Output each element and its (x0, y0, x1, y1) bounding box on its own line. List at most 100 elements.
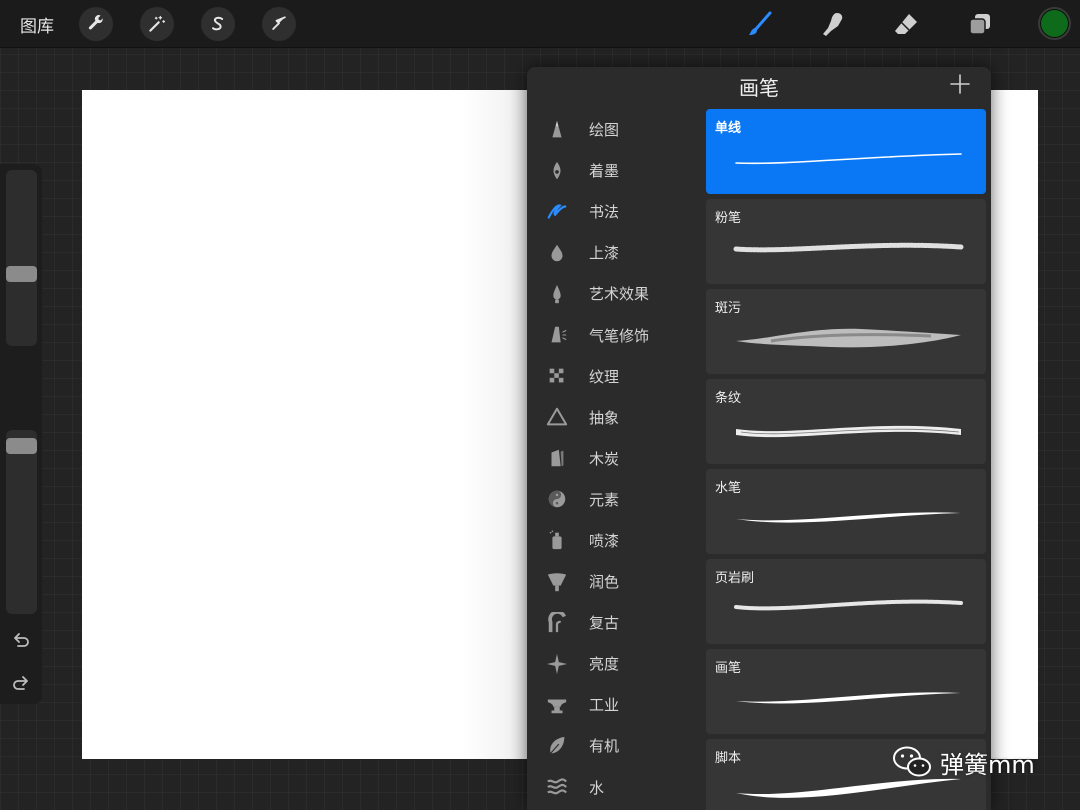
brush-icon (749, 11, 772, 35)
category-label: 上漆 (589, 244, 620, 263)
brush-name: 脚本 (715, 751, 742, 766)
brush-stroke-preview (736, 425, 961, 438)
selection-s-icon (212, 16, 224, 31)
category-label: 气笔修饰 (589, 326, 650, 345)
eraser-tool-button[interactable] (888, 6, 924, 42)
smudge-finger-icon (823, 13, 843, 36)
panel-header: 画笔 (527, 67, 991, 107)
category-label: 抽象 (589, 408, 620, 427)
brush-size-thumb[interactable] (6, 266, 37, 282)
brush-item[interactable]: 单线 (706, 109, 986, 194)
category-luminance[interactable]: 亮度 (527, 643, 703, 684)
triangle-icon (545, 405, 569, 429)
color-picker-button[interactable] (1038, 7, 1071, 40)
paint-tool-button[interactable] (742, 6, 778, 42)
category-label: 复古 (589, 614, 620, 633)
brush-name: 粉笔 (715, 211, 742, 226)
eraser-icon (895, 14, 917, 34)
brush-stroke-preview (736, 512, 961, 523)
brush-library-panel: 画笔 绘图 着墨 书法 上漆 艺术效果 气笔修饰 纹理 抽象 木炭 元素 喷漆 … (527, 67, 991, 810)
checker-texture-icon (545, 364, 569, 388)
category-label: 元素 (589, 490, 620, 509)
charcoal-icon (545, 446, 569, 470)
gallery-button[interactable]: 图库 (20, 12, 54, 37)
category-spraypaints[interactable]: 喷漆 (527, 520, 703, 561)
brush-stroke-preview (736, 328, 961, 348)
category-industrial[interactable]: 工业 (527, 684, 703, 725)
category-label: 木炭 (589, 449, 620, 468)
category-elements[interactable]: 元素 (527, 479, 703, 520)
category-label: 喷漆 (589, 531, 620, 550)
category-organic[interactable]: 有机 (527, 725, 703, 766)
category-label: 着墨 (589, 162, 620, 181)
category-inking[interactable]: 着墨 (527, 150, 703, 191)
category-drawing[interactable]: 绘图 (527, 109, 703, 150)
actions-button[interactable] (79, 7, 113, 41)
watermark: 弹簧mm (892, 742, 1035, 782)
category-label: 绘图 (589, 121, 620, 140)
category-label: 亮度 (589, 655, 620, 674)
category-artistic[interactable]: 艺术效果 (527, 273, 703, 314)
category-water[interactable]: 水 (527, 767, 703, 808)
panel-title: 画笔 (739, 76, 779, 100)
top-toolbar: 图库 (0, 0, 1080, 48)
brush-stroke-preview (733, 242, 964, 253)
category-painting[interactable]: 上漆 (527, 232, 703, 273)
redo-icon[interactable] (10, 673, 32, 695)
category-label: 艺术效果 (589, 285, 650, 304)
category-label: 水 (589, 778, 605, 797)
brush-name: 斑污 (715, 301, 742, 316)
wrench-icon (88, 15, 103, 30)
leaf-icon (545, 734, 569, 758)
category-airbrushing[interactable]: 气笔修饰 (527, 314, 703, 355)
opacity-slider[interactable] (6, 430, 37, 614)
brush-item[interactable]: 页岩刷 (706, 559, 986, 644)
brush-stroke-preview (735, 153, 962, 165)
brush-category-list: 绘图 着墨 书法 上漆 艺术效果 气笔修饰 纹理 抽象 木炭 元素 喷漆 润色 … (527, 109, 703, 808)
category-abstract[interactable]: 抽象 (527, 397, 703, 438)
transform-button[interactable] (262, 7, 296, 41)
brush-name: 水笔 (715, 481, 742, 496)
undo-icon[interactable] (10, 630, 32, 652)
category-label: 有机 (589, 737, 620, 756)
adjustments-button[interactable] (140, 7, 174, 41)
spray-can-icon (545, 528, 569, 552)
brush-item[interactable]: 画笔 (706, 649, 986, 734)
ink-nib-icon (545, 159, 569, 183)
brush-stroke-preview (736, 692, 961, 704)
layers-button[interactable] (962, 6, 998, 42)
brush-name: 单线 (715, 121, 742, 136)
category-charcoals[interactable]: 木炭 (527, 438, 703, 479)
yin-yang-icon (545, 487, 569, 511)
brush-item[interactable]: 条纹 (706, 379, 986, 464)
brush-name: 条纹 (715, 391, 742, 406)
airbrush-icon (545, 323, 569, 347)
brush-name: 画笔 (715, 661, 742, 676)
art-drop-icon (545, 282, 569, 306)
category-calligraphy[interactable]: 书法 (527, 191, 703, 232)
wechat-icon (893, 746, 931, 777)
category-touchups[interactable]: 润色 (527, 561, 703, 602)
category-label: 工业 (589, 696, 620, 715)
anvil-icon (545, 693, 569, 717)
brush-size-slider[interactable] (6, 170, 37, 346)
plus-icon[interactable] (949, 73, 971, 95)
brush-item[interactable]: 粉笔 (706, 199, 986, 284)
brush-item[interactable]: 斑污 (706, 289, 986, 374)
category-textures[interactable]: 纹理 (527, 356, 703, 397)
watermark-text: 弹簧mm (940, 750, 1035, 779)
smudge-tool-button[interactable] (815, 6, 851, 42)
calligraphy-icon (545, 200, 569, 224)
opacity-thumb[interactable] (6, 438, 37, 455)
selection-button[interactable] (201, 7, 235, 41)
brush-name: 页岩刷 (715, 571, 755, 586)
waves-icon (545, 775, 569, 799)
category-vintage[interactable]: 复古 (527, 602, 703, 643)
brush-item[interactable]: 水笔 (706, 469, 986, 554)
paint-drop-icon (545, 241, 569, 265)
category-label: 润色 (589, 573, 620, 592)
fan-brush-icon (545, 570, 569, 594)
brush-stroke-preview (734, 599, 963, 611)
arrow-cursor-icon (272, 16, 286, 30)
magic-wand-icon (149, 15, 166, 32)
